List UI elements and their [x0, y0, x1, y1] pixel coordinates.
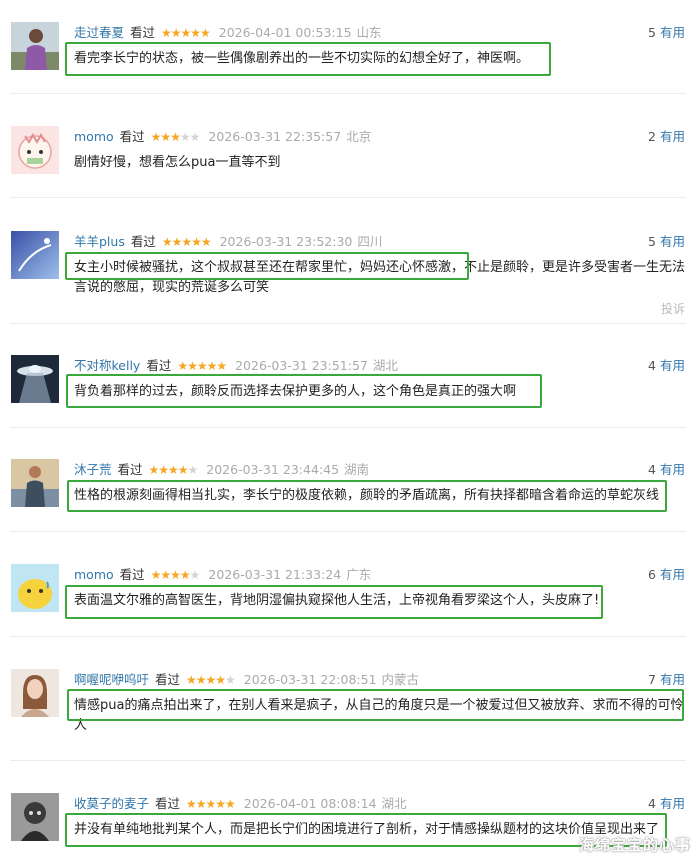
comment-meta: momo 看过 ★★★★★ 2026-03-31 22:35:57 北京 — [74, 128, 371, 146]
avatar[interactable] — [11, 793, 59, 841]
comment-text: 看完李长宁的状态，被一些偶像剧养出的一些不切实际的幻想全好了，神医啊。 — [74, 51, 530, 66]
divider — [10, 197, 686, 198]
rating-stars: ★★★★★ — [186, 797, 236, 811]
rating-stars: ★★★★★ — [161, 26, 211, 40]
useful-vote[interactable]: 4 有用 — [648, 357, 685, 375]
avatar[interactable] — [11, 126, 59, 174]
useful-count: 4 — [648, 796, 656, 811]
comment-meta: 啊喔呢咿呜吁 看过 ★★★★★ 2026-03-31 22:08:51 内蒙古 — [74, 671, 419, 689]
comment-location: 内蒙古 — [381, 672, 420, 687]
rating-stars: ★★★★★ — [161, 235, 212, 249]
useful-vote[interactable]: 7 有用 — [648, 671, 685, 689]
comment-text: 女主小时候被骚扰，这个叔叔甚至还在帮家里忙，妈妈还心怀感激，不止是颜聆，更是许多… — [74, 260, 686, 295]
rating-stars: ★★★★★ — [150, 130, 201, 144]
comment-text: 背负着那样的过去，颜聆反而选择去保护更多的人，这个角色是真正的强大啊 — [74, 384, 517, 399]
username-link[interactable]: 羊羊plus — [74, 234, 125, 249]
useful-button[interactable]: 有用 — [660, 25, 685, 40]
useful-button[interactable]: 有用 — [660, 358, 685, 373]
comment-text: 性格的根源刻画得相当扎实，李长宁的极度依赖，颜聆的矛盾疏离，所有抉择都暗含着命运… — [74, 488, 660, 503]
username-link[interactable]: 沐子荒 — [74, 462, 112, 477]
comment-location: 北京 — [346, 129, 372, 144]
useful-count: 7 — [648, 672, 656, 687]
watched-label: 看过 — [119, 129, 145, 144]
comment-location: 湖北 — [372, 358, 398, 373]
divider — [10, 323, 686, 324]
username-link[interactable]: 收莫子的麦子 — [74, 796, 149, 811]
comment-location: 湖南 — [344, 462, 370, 477]
comment-meta: 走过春夏 看过 ★★★★★ 2026-04-01 00:53:15 山东 — [74, 24, 382, 42]
rating-stars: ★★★★★ — [148, 463, 199, 477]
comment-location: 广东 — [346, 567, 372, 582]
divider — [10, 93, 686, 94]
useful-count: 4 — [648, 358, 656, 373]
useful-count: 2 — [648, 129, 656, 144]
avatar[interactable] — [11, 231, 59, 279]
comment-location: 山东 — [356, 25, 382, 40]
comment-meta: 不对称kelly 看过 ★★★★★ 2026-03-31 23:51:57 湖北 — [74, 357, 398, 375]
comment-meta: 沐子荒 看过 ★★★★★ 2026-03-31 23:44:45 湖南 — [74, 461, 369, 479]
comment-location: 湖北 — [381, 796, 407, 811]
comment-location: 四川 — [357, 234, 383, 249]
useful-button[interactable]: 有用 — [660, 672, 685, 687]
avatar[interactable] — [11, 22, 59, 70]
rating-stars: ★★★★★ — [177, 359, 227, 373]
comment-time: 2026-03-31 22:35:57 — [208, 129, 342, 144]
useful-button[interactable]: 有用 — [660, 567, 685, 582]
comment-time: 2026-03-31 22:08:51 — [243, 672, 377, 687]
comment-meta: momo 看过 ★★★★★ 2026-03-31 21:33:24 广东 — [74, 566, 371, 584]
comment-text: 剧情好慢，想看怎么pua一直等不到 — [74, 155, 281, 170]
divider — [10, 760, 686, 761]
useful-count: 5 — [648, 234, 656, 249]
avatar[interactable] — [11, 564, 59, 612]
rating-stars: ★★★★★ — [150, 568, 201, 582]
useful-vote[interactable]: 5 有用 — [648, 233, 685, 251]
watched-label: 看过 — [155, 672, 181, 687]
comment-time: 2026-03-31 23:44:45 — [206, 462, 340, 477]
divider — [10, 531, 686, 532]
report-link[interactable]: 投诉 — [661, 300, 685, 317]
username-link[interactable]: 啊喔呢咿呜吁 — [74, 672, 149, 687]
watched-label: 看过 — [119, 567, 145, 582]
useful-button[interactable]: 有用 — [660, 796, 685, 811]
comment-meta: 羊羊plus 看过 ★★★★★ 2026-03-31 23:52:30 四川 — [74, 233, 382, 251]
comment-time: 2026-04-01 00:53:15 — [218, 25, 352, 40]
comment-time: 2026-03-31 23:52:30 — [219, 234, 353, 249]
username-link[interactable]: 走过春夏 — [74, 25, 124, 40]
watched-label: 看过 — [155, 796, 181, 811]
username-link[interactable]: 不对称kelly — [74, 358, 140, 373]
rating-stars: ★★★★★ — [186, 673, 236, 687]
comment-time: 2026-04-01 08:08:14 — [243, 796, 377, 811]
avatar[interactable] — [11, 355, 59, 403]
useful-vote[interactable]: 5 有用 — [648, 24, 685, 42]
watched-label: 看过 — [146, 358, 172, 373]
username-link[interactable]: momo — [74, 129, 114, 144]
watched-label: 看过 — [130, 25, 156, 40]
useful-count: 6 — [648, 567, 656, 582]
useful-button[interactable]: 有用 — [660, 234, 685, 249]
avatar[interactable] — [11, 459, 59, 507]
useful-button[interactable]: 有用 — [660, 129, 685, 144]
useful-vote[interactable]: 4 有用 — [648, 461, 685, 479]
divider — [10, 427, 686, 428]
useful-count: 4 — [648, 462, 656, 477]
useful-vote[interactable]: 2 有用 — [648, 128, 685, 146]
useful-count: 5 — [648, 25, 656, 40]
comment-text: 情感pua的痛点拍出来了，在别人看来是疯子，从自己的角度只是一个被爱过但又被放弃… — [74, 698, 684, 733]
useful-vote[interactable]: 4 有用 — [648, 795, 685, 813]
comment-time: 2026-03-31 21:33:24 — [208, 567, 342, 582]
useful-vote[interactable]: 6 有用 — [648, 566, 685, 584]
username-link[interactable]: momo — [74, 567, 114, 582]
watched-label: 看过 — [117, 462, 143, 477]
watched-label: 看过 — [130, 234, 156, 249]
watermark: 海绵宝宝的心事 — [578, 836, 691, 854]
avatar[interactable] — [11, 669, 59, 717]
comment-meta: 收莫子的麦子 看过 ★★★★★ 2026-04-01 08:08:14 湖北 — [74, 795, 407, 813]
useful-button[interactable]: 有用 — [660, 462, 685, 477]
divider — [10, 636, 686, 637]
comment-time: 2026-03-31 23:51:57 — [235, 358, 368, 373]
comment-text: 表面温文尔雅的高智医生，背地阴湿偏执窥探他人生活，上帝视角看罗梁这个人，头皮麻了… — [74, 593, 600, 608]
